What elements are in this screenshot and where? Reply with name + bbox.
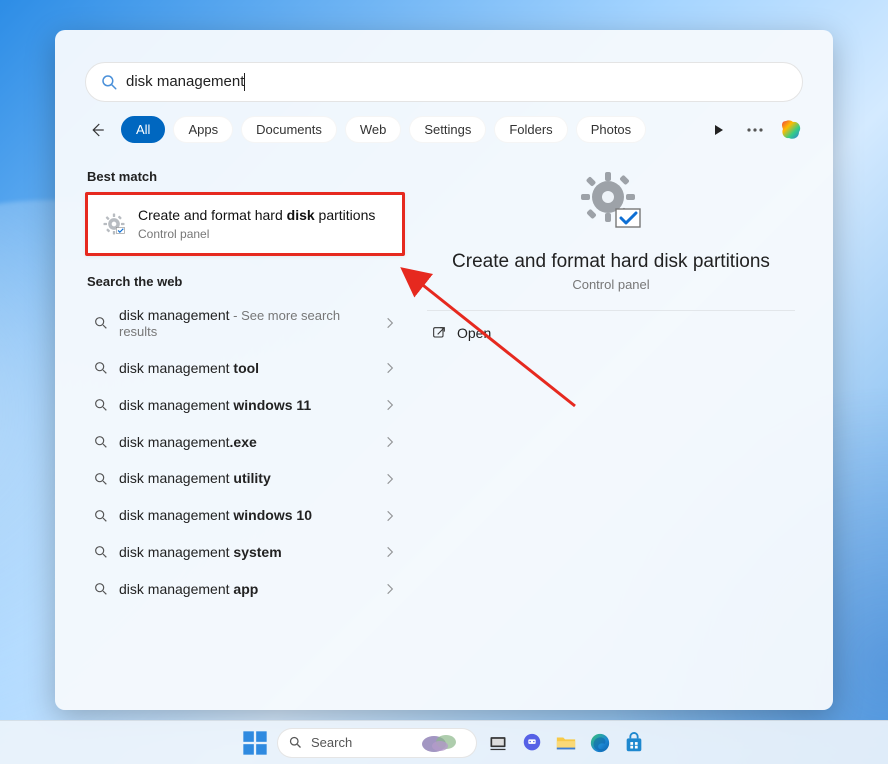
taskbar-search-label: Search [311, 735, 352, 750]
chevron-right-icon [383, 435, 397, 449]
store-icon [623, 732, 645, 754]
web-result-label: disk management windows 10 [119, 507, 373, 524]
taskbar-search[interactable]: Search [277, 728, 477, 758]
search-icon [93, 508, 109, 524]
scope-apps[interactable]: Apps [173, 116, 233, 143]
scope-overflow-next[interactable] [707, 118, 731, 142]
chevron-right-icon [383, 582, 397, 596]
scope-row: All Apps Documents Web Settings Folders … [85, 116, 803, 143]
open-label: Open [457, 325, 491, 341]
search-box[interactable]: disk management [85, 62, 803, 102]
scope-photos[interactable]: Photos [576, 116, 646, 143]
scope-web[interactable]: Web [345, 116, 402, 143]
web-result-label: disk management app [119, 581, 373, 598]
web-result[interactable]: disk management utility [85, 460, 405, 497]
web-result-label: disk management tool [119, 360, 373, 377]
search-icon [288, 735, 303, 750]
search-web-label: Search the web [87, 274, 405, 289]
web-result[interactable]: disk management.exe [85, 424, 405, 461]
search-panel: disk management All Apps Documents Web S… [55, 30, 833, 710]
chevron-right-icon [383, 545, 397, 559]
best-match-result[interactable]: Create and format hard disk partitions C… [85, 192, 405, 256]
web-result[interactable]: disk management - See more search result… [85, 297, 405, 351]
web-result[interactable]: disk management tool [85, 350, 405, 387]
taskbar-edge[interactable] [587, 730, 613, 756]
web-result[interactable]: disk management windows 10 [85, 497, 405, 534]
folder-icon [555, 732, 577, 754]
open-action[interactable]: Open [419, 311, 803, 355]
play-icon [713, 124, 725, 136]
task-view-icon [488, 733, 508, 753]
copilot-icon[interactable] [779, 118, 803, 142]
search-icon [93, 581, 109, 597]
chat-icon [521, 732, 543, 754]
chevron-right-icon [383, 509, 397, 523]
scope-documents[interactable]: Documents [241, 116, 337, 143]
web-result-label: disk management - See more search result… [119, 307, 373, 341]
chevron-right-icon [383, 472, 397, 486]
web-result-label: disk management.exe [119, 434, 373, 451]
web-result-label: disk management windows 11 [119, 397, 373, 414]
scope-settings[interactable]: Settings [409, 116, 486, 143]
taskbar: Search [0, 720, 888, 764]
edge-icon [589, 732, 611, 754]
search-icon [93, 471, 109, 487]
best-match-text: Create and format hard disk partitions C… [138, 207, 375, 241]
taskbar-chat[interactable] [519, 730, 545, 756]
open-icon [431, 325, 447, 341]
search-icon [93, 360, 109, 376]
search-icon [93, 397, 109, 413]
search-icon [93, 434, 109, 450]
chevron-right-icon [383, 398, 397, 412]
scope-all[interactable]: All [121, 116, 165, 143]
web-result[interactable]: disk management system [85, 534, 405, 571]
more-options[interactable] [743, 118, 767, 142]
preview-subtitle: Control panel [419, 277, 803, 292]
ellipsis-icon [747, 128, 763, 132]
gear-icon-large [576, 167, 646, 237]
search-icon [100, 73, 118, 91]
preview-pane: Create and format hard disk partitions C… [419, 161, 803, 608]
scope-folders[interactable]: Folders [494, 116, 567, 143]
taskbar-store[interactable] [621, 730, 647, 756]
taskbar-task-view[interactable] [485, 730, 511, 756]
web-results-list: disk management - See more search result… [85, 297, 405, 608]
web-result-label: disk management system [119, 544, 373, 561]
best-match-label: Best match [87, 169, 405, 184]
web-result[interactable]: disk management app [85, 571, 405, 608]
taskbar-explorer[interactable] [553, 730, 579, 756]
search-icon [93, 544, 109, 560]
gear-icon [100, 210, 128, 238]
web-result-label: disk management utility [119, 470, 373, 487]
chevron-right-icon [383, 361, 397, 375]
start-button[interactable] [241, 729, 269, 757]
chevron-right-icon [383, 316, 397, 330]
search-icon [93, 315, 109, 331]
arrow-left-icon [88, 121, 106, 139]
preview-title: Create and format hard disk partitions [419, 251, 803, 273]
web-result[interactable]: disk management windows 11 [85, 387, 405, 424]
back-button[interactable] [85, 118, 109, 142]
search-input[interactable]: disk management [126, 73, 788, 91]
search-highlight-icon [420, 732, 462, 754]
